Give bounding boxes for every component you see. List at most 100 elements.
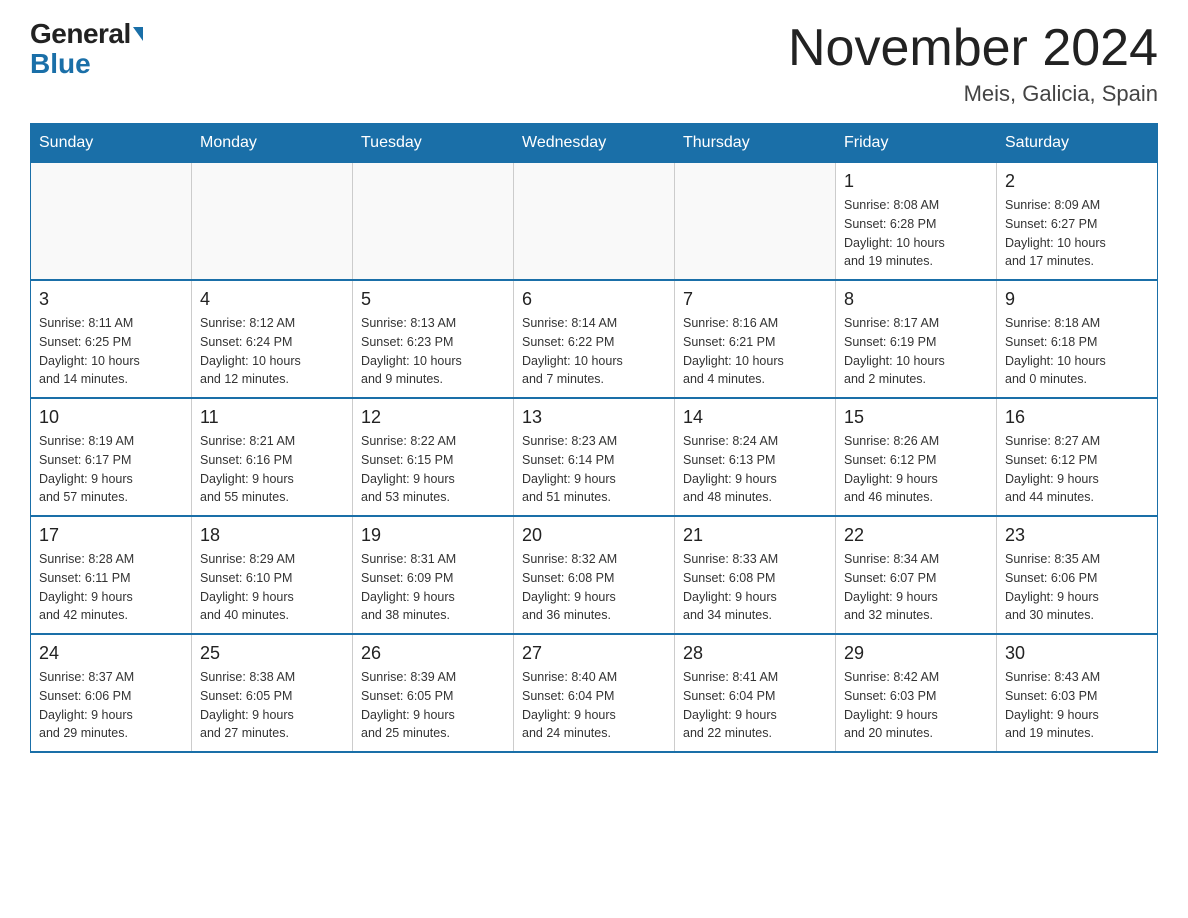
col-tuesday: Tuesday (353, 124, 514, 163)
day-info: Sunrise: 8:38 AMSunset: 6:05 PMDaylight:… (200, 668, 344, 743)
day-number: 24 (39, 643, 183, 664)
col-monday: Monday (192, 124, 353, 163)
day-info: Sunrise: 8:37 AMSunset: 6:06 PMDaylight:… (39, 668, 183, 743)
calendar-cell: 3 Sunrise: 8:11 AMSunset: 6:25 PMDaylight… (31, 280, 192, 398)
logo: General Blue (30, 20, 143, 80)
logo-blue-text: Blue (30, 48, 91, 80)
logo-general-text: General (30, 20, 131, 48)
calendar-cell: 9 Sunrise: 8:18 AMSunset: 6:18 PMDaylight… (997, 280, 1158, 398)
calendar-cell: 20Sunrise: 8:32 AMSunset: 6:08 PMDayligh… (514, 516, 675, 634)
calendar-cell: 10 Sunrise: 8:19 AMSunset: 6:17 PMDayligh… (31, 398, 192, 516)
day-info: Sunrise: 8:40 AMSunset: 6:04 PMDaylight:… (522, 668, 666, 743)
day-number: 18 (200, 525, 344, 546)
day-number: 16 (1005, 407, 1149, 428)
day-number: 4 (200, 289, 344, 310)
calendar-title: November 2024 (788, 20, 1158, 77)
day-number: 13 (522, 407, 666, 428)
calendar-cell: 17 Sunrise: 8:28 AMSunset: 6:11 PMDayligh… (31, 516, 192, 634)
day-number: 26 (361, 643, 505, 664)
day-info: Sunrise: 8:13 AMSunset: 6:23 PMDaylight:… (361, 314, 505, 389)
calendar-cell: 6 Sunrise: 8:14 AMSunset: 6:22 PMDaylight… (514, 280, 675, 398)
location-title: Meis, Galicia, Spain (788, 81, 1158, 107)
day-info: Sunrise: 8:26 AMSunset: 6:12 PMDaylight:… (844, 432, 988, 507)
calendar-cell (192, 163, 353, 281)
day-number: 2 (1005, 171, 1149, 192)
calendar-table: Sunday Monday Tuesday Wednesday Thursday… (30, 123, 1158, 753)
calendar-cell: 24 Sunrise: 8:37 AMSunset: 6:06 PMDayligh… (31, 634, 192, 752)
day-info: Sunrise: 8:42 AMSunset: 6:03 PMDaylight:… (844, 668, 988, 743)
day-number: 23 (1005, 525, 1149, 546)
day-number: 12 (361, 407, 505, 428)
calendar-week-row: 24 Sunrise: 8:37 AMSunset: 6:06 PMDayligh… (31, 634, 1158, 752)
calendar-cell: 5 Sunrise: 8:13 AMSunset: 6:23 PMDaylight… (353, 280, 514, 398)
calendar-cell (675, 163, 836, 281)
day-info: Sunrise: 8:35 AMSunset: 6:06 PMDaylight:… (1005, 550, 1149, 625)
calendar-cell (31, 163, 192, 281)
day-number: 7 (683, 289, 827, 310)
day-info: Sunrise: 8:27 AMSunset: 6:12 PMDaylight:… (1005, 432, 1149, 507)
day-number: 21 (683, 525, 827, 546)
day-number: 6 (522, 289, 666, 310)
calendar-cell: 1Sunrise: 8:08 AMSunset: 6:28 PMDaylight… (836, 163, 997, 281)
calendar-cell: 29 Sunrise: 8:42 AMSunset: 6:03 PMDayligh… (836, 634, 997, 752)
day-number: 8 (844, 289, 988, 310)
day-number: 15 (844, 407, 988, 428)
day-info: Sunrise: 8:34 AMSunset: 6:07 PMDaylight:… (844, 550, 988, 625)
day-info: Sunrise: 8:16 AMSunset: 6:21 PMDaylight:… (683, 314, 827, 389)
day-info: Sunrise: 8:08 AMSunset: 6:28 PMDaylight:… (844, 196, 988, 271)
day-info: Sunrise: 8:43 AMSunset: 6:03 PMDaylight:… (1005, 668, 1149, 743)
calendar-cell: 11 Sunrise: 8:21 AMSunset: 6:16 PMDayligh… (192, 398, 353, 516)
day-info: Sunrise: 8:31 AMSunset: 6:09 PMDaylight:… (361, 550, 505, 625)
calendar-cell: 23 Sunrise: 8:35 AMSunset: 6:06 PMDayligh… (997, 516, 1158, 634)
day-number: 27 (522, 643, 666, 664)
day-info: Sunrise: 8:14 AMSunset: 6:22 PMDaylight:… (522, 314, 666, 389)
day-number: 17 (39, 525, 183, 546)
day-info: Sunrise: 8:09 AMSunset: 6:27 PMDaylight:… (1005, 196, 1149, 271)
day-info: Sunrise: 8:19 AMSunset: 6:17 PMDaylight:… (39, 432, 183, 507)
calendar-cell (353, 163, 514, 281)
calendar-cell: 28 Sunrise: 8:41 AMSunset: 6:04 PMDayligh… (675, 634, 836, 752)
day-number: 28 (683, 643, 827, 664)
calendar-cell: 13 Sunrise: 8:23 AMSunset: 6:14 PMDayligh… (514, 398, 675, 516)
calendar-cell: 12 Sunrise: 8:22 AMSunset: 6:15 PMDayligh… (353, 398, 514, 516)
col-saturday: Saturday (997, 124, 1158, 163)
day-number: 5 (361, 289, 505, 310)
day-info: Sunrise: 8:21 AMSunset: 6:16 PMDaylight:… (200, 432, 344, 507)
calendar-cell: 22Sunrise: 8:34 AMSunset: 6:07 PMDayligh… (836, 516, 997, 634)
day-number: 3 (39, 289, 183, 310)
day-number: 14 (683, 407, 827, 428)
day-info: Sunrise: 8:41 AMSunset: 6:04 PMDaylight:… (683, 668, 827, 743)
col-thursday: Thursday (675, 124, 836, 163)
day-info: Sunrise: 8:33 AMSunset: 6:08 PMDaylight:… (683, 550, 827, 625)
day-info: Sunrise: 8:28 AMSunset: 6:11 PMDaylight:… (39, 550, 183, 625)
calendar-cell: 2 Sunrise: 8:09 AMSunset: 6:27 PMDaylight… (997, 163, 1158, 281)
calendar-week-row: 1Sunrise: 8:08 AMSunset: 6:28 PMDaylight… (31, 163, 1158, 281)
day-info: Sunrise: 8:12 AMSunset: 6:24 PMDaylight:… (200, 314, 344, 389)
day-info: Sunrise: 8:11 AMSunset: 6:25 PMDaylight:… (39, 314, 183, 389)
calendar-cell: 8Sunrise: 8:17 AMSunset: 6:19 PMDaylight… (836, 280, 997, 398)
logo-arrow-icon (133, 27, 143, 41)
calendar-week-row: 3 Sunrise: 8:11 AMSunset: 6:25 PMDaylight… (31, 280, 1158, 398)
calendar-cell: 25 Sunrise: 8:38 AMSunset: 6:05 PMDayligh… (192, 634, 353, 752)
calendar-cell: 26Sunrise: 8:39 AMSunset: 6:05 PMDayligh… (353, 634, 514, 752)
day-number: 10 (39, 407, 183, 428)
day-info: Sunrise: 8:22 AMSunset: 6:15 PMDaylight:… (361, 432, 505, 507)
calendar-cell: 19 Sunrise: 8:31 AMSunset: 6:09 PMDayligh… (353, 516, 514, 634)
weekday-header-row: Sunday Monday Tuesday Wednesday Thursday… (31, 124, 1158, 163)
calendar-week-row: 10 Sunrise: 8:19 AMSunset: 6:17 PMDayligh… (31, 398, 1158, 516)
day-info: Sunrise: 8:18 AMSunset: 6:18 PMDaylight:… (1005, 314, 1149, 389)
col-friday: Friday (836, 124, 997, 163)
calendar-cell: 16 Sunrise: 8:27 AMSunset: 6:12 PMDayligh… (997, 398, 1158, 516)
day-number: 25 (200, 643, 344, 664)
calendar-cell: 27 Sunrise: 8:40 AMSunset: 6:04 PMDayligh… (514, 634, 675, 752)
calendar-cell: 30 Sunrise: 8:43 AMSunset: 6:03 PMDayligh… (997, 634, 1158, 752)
calendar-cell: 7 Sunrise: 8:16 AMSunset: 6:21 PMDaylight… (675, 280, 836, 398)
day-number: 11 (200, 407, 344, 428)
day-number: 19 (361, 525, 505, 546)
title-area: November 2024 Meis, Galicia, Spain (788, 20, 1158, 107)
day-number: 9 (1005, 289, 1149, 310)
col-sunday: Sunday (31, 124, 192, 163)
day-info: Sunrise: 8:23 AMSunset: 6:14 PMDaylight:… (522, 432, 666, 507)
day-number: 29 (844, 643, 988, 664)
day-number: 30 (1005, 643, 1149, 664)
